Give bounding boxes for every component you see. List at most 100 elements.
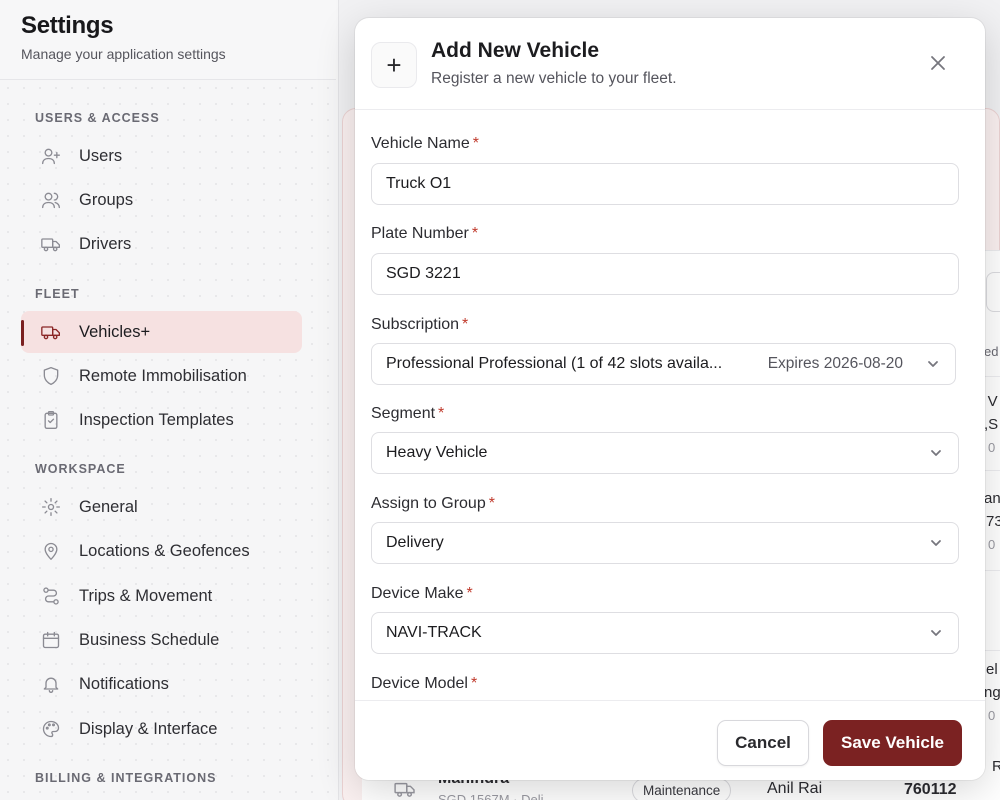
palette-icon: [40, 718, 62, 740]
subscription-expiry: Expires 2026-08-20: [767, 355, 903, 372]
bg-text: ,S: [984, 416, 999, 433]
background-filter-button: [986, 272, 1000, 312]
bg-text: ed: [984, 344, 999, 359]
map-pin-icon: [40, 540, 62, 562]
sidebar-item-trips-movement[interactable]: Trips & Movement: [21, 575, 302, 617]
select-value: Heavy Vehicle: [386, 444, 488, 461]
add-vehicle-modal: + Add New Vehicle Register a new vehicle…: [355, 18, 985, 780]
bg-text: 0: [988, 708, 996, 723]
bg-text: 73: [986, 513, 1000, 530]
device-model-label: Device Model *: [371, 675, 477, 693]
sidebar-header: Settings Manage your application setting…: [0, 0, 336, 80]
device-make-label: Device Make *: [371, 585, 473, 603]
shield-icon: [40, 365, 62, 387]
sidebar-item-label: Groups: [79, 190, 134, 209]
sidebar-item-locations-geofences[interactable]: Locations & Geofences: [21, 530, 302, 572]
sidebar-item-label: General: [79, 497, 138, 516]
sidebar-item-vehicles[interactable]: Vehicles+: [21, 311, 302, 353]
section-label-billing-integrations: BILLING & INTEGRATIONS: [35, 771, 217, 785]
status-badge: Maintenance: [632, 778, 732, 800]
required-mark: *: [472, 135, 479, 152]
required-mark: *: [488, 495, 495, 512]
bg-text: el: [986, 661, 998, 678]
plate-number-label: Plate Number *: [371, 225, 478, 243]
required-mark: *: [438, 405, 445, 422]
sidebar-item-label: Trips & Movement: [79, 586, 213, 605]
chevron-down-icon: [928, 361, 938, 367]
field-label-text: Vehicle Name: [371, 135, 470, 152]
bg-text: ng: [984, 684, 1000, 701]
field-label-text: Device Make: [371, 585, 464, 602]
field-label-text: Device Model: [371, 675, 468, 692]
sidebar-item-groups[interactable]: Groups: [21, 179, 302, 221]
settings-sidebar: Settings Manage your application setting…: [0, 0, 338, 800]
sidebar-item-drivers[interactable]: Drivers: [21, 223, 302, 265]
sidebar-item-users[interactable]: Users: [21, 135, 302, 177]
sidebar-item-remote-immobilisation[interactable]: Remote Immobilisation: [21, 355, 302, 397]
bg-text: R: [992, 758, 1000, 775]
truck-icon: [40, 321, 62, 343]
close-button[interactable]: [925, 50, 951, 76]
sidebar-item-label: Drivers: [79, 234, 132, 253]
select-value: Professional Professional (1 of 42 slots…: [386, 355, 723, 372]
save-vehicle-button[interactable]: Save Vehicle: [823, 720, 962, 766]
input-value: Truck O1: [386, 175, 452, 192]
page-title: Settings: [21, 12, 114, 39]
subscription-select[interactable]: Professional Professional (1 of 42 slots…: [371, 343, 956, 385]
truck-icon: [394, 780, 416, 800]
bg-text: an: [984, 490, 1000, 507]
sidebar-item-label: Notifications: [79, 674, 169, 693]
bg-driver-name: Anil Rai: [767, 780, 823, 797]
bg-vehicle-plate: SGD 1567M · Deli: [438, 792, 544, 800]
route-icon: [40, 585, 62, 607]
field-label-text: Segment: [371, 405, 436, 422]
segment-label: Segment *: [371, 405, 444, 423]
required-mark: *: [471, 225, 479, 242]
sidebar-item-display-interface[interactable]: Display & Interface: [21, 708, 302, 750]
bg-number: 760112: [904, 781, 957, 798]
section-label-fleet: FLEET: [35, 287, 80, 301]
sidebar-item-label: Inspection Templates: [79, 410, 234, 429]
device-make-select[interactable]: NAVI-TRACK: [371, 612, 959, 654]
select-value: NAVI-TRACK: [386, 624, 482, 641]
sidebar-item-label: Users: [79, 146, 123, 165]
gear-icon: [40, 496, 62, 518]
sidebar-item-label: Display & Interface: [79, 719, 218, 738]
chevron-down-icon: [931, 630, 941, 636]
sidebar-item-label: Vehicles+: [79, 322, 151, 341]
sidebar-item-label: Remote Immobilisation: [79, 366, 247, 385]
clipboard-check-icon: [40, 409, 62, 431]
modal-footer: Cancel Save Vehicle: [355, 700, 985, 780]
modal-subtitle: Register a new vehicle to your fleet.: [431, 70, 677, 87]
field-label-text: Plate Number: [371, 225, 469, 242]
user-plus-icon: [40, 145, 62, 167]
section-label-workspace: WORKSPACE: [35, 462, 126, 476]
sidebar-item-inspection-templates[interactable]: Inspection Templates: [21, 399, 302, 441]
chevron-down-icon: [931, 450, 941, 456]
input-value: SGD 3221: [386, 265, 461, 282]
vehicle-name-input[interactable]: Truck O1: [371, 163, 959, 205]
select-value: Delivery: [386, 534, 444, 551]
modal-header: + Add New Vehicle Register a new vehicle…: [355, 18, 985, 110]
assign-group-label: Assign to Group *: [371, 495, 495, 513]
subscription-label: Subscription *: [371, 316, 468, 334]
field-label-text: Subscription: [371, 316, 460, 333]
required-mark: *: [470, 675, 478, 692]
users-icon: [40, 189, 62, 211]
sidebar-item-general[interactable]: General: [21, 486, 302, 528]
truck-icon: [40, 233, 62, 255]
sidebar-item-business-schedule[interactable]: Business Schedule: [21, 619, 302, 661]
field-label-text: Assign to Group: [371, 495, 486, 512]
page-subtitle: Manage your application settings: [21, 46, 226, 62]
calendar-icon: [40, 629, 62, 651]
plate-number-input[interactable]: SGD 3221: [371, 253, 959, 295]
assign-group-select[interactable]: Delivery: [371, 522, 959, 564]
bg-text: 0: [988, 440, 996, 455]
cancel-button[interactable]: Cancel: [717, 720, 809, 766]
segment-select[interactable]: Heavy Vehicle: [371, 432, 959, 474]
section-label-users-access: USERS & ACCESS: [35, 111, 160, 125]
chevron-down-icon: [931, 540, 941, 546]
sidebar-item-notifications[interactable]: Notifications: [21, 663, 302, 705]
sidebar-item-label: Locations & Geofences: [79, 541, 250, 560]
modal-title: Add New Vehicle: [431, 39, 600, 62]
